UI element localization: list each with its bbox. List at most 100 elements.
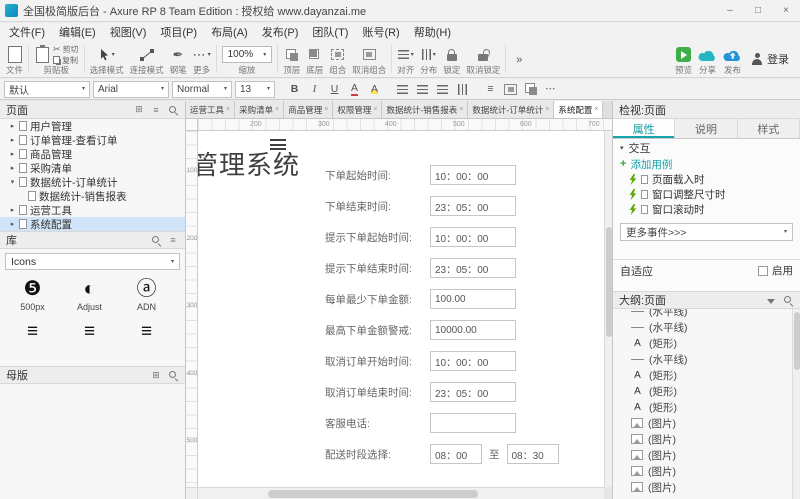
select-mode-button[interactable]: ▾ [99,45,115,65]
outline-item-image[interactable]: (图片) [613,415,792,431]
scrollbar-thumb[interactable] [268,490,478,498]
min-amount-field[interactable]: 100.00 [430,289,516,309]
page-item-sales-report[interactable]: 数据统计-销售报表 [0,189,185,203]
minimize-button[interactable]: – [716,0,744,21]
close-tab-icon[interactable]: × [275,106,279,113]
share-button[interactable] [698,45,717,65]
outline-item-rect[interactable]: A (矩形) [613,335,792,351]
order-end-time-field[interactable]: 23：05：00 [430,196,516,216]
collapse-arrow-icon[interactable]: ▾ [9,178,16,186]
outline-item-image[interactable]: (图片) [613,447,792,463]
add-case-link[interactable]: + 添加用例 [613,156,800,172]
tab-style[interactable]: 样式 [738,119,800,138]
outline-item-hline[interactable]: (水平线) [613,309,792,319]
adaptive-enable-checkbox[interactable] [758,265,768,276]
event-window-resize[interactable]: 窗口调整尺寸时 [613,187,800,202]
interaction-section-header[interactable]: ▾ 交互 [613,139,800,156]
page-item-users[interactable]: ▸ 用户管理 [0,119,185,133]
bullet-list-button[interactable]: ≡ [482,81,499,98]
menu-help[interactable]: 帮助(H) [407,24,458,40]
font-weight-select[interactable]: Normal ▾ [172,80,232,98]
outline-scrollbar[interactable] [792,309,800,499]
menu-file[interactable]: 文件(F) [2,24,52,40]
outline-item-image[interactable]: (图片) [613,431,792,447]
doc-tab-purchase[interactable]: 采购清单 × [235,101,285,118]
style-preset-select[interactable]: 默认 ▾ [4,80,90,98]
cut-button[interactable]: ✂ 剪切 [53,44,79,54]
outline-item-rect[interactable]: A (矩形) [613,383,792,399]
doc-tab-sales-report[interactable]: 数据统计-销售报表 × [382,101,469,118]
doc-tab-permissions[interactable]: 权限管理 × [333,101,383,118]
tab-notes[interactable]: 说明 [675,119,738,138]
expand-arrow-icon[interactable]: ▸ [9,164,16,172]
fill-color-button[interactable] [522,81,539,98]
menu-arrange[interactable]: 布局(A) [204,24,255,40]
close-button[interactable]: × [772,0,800,21]
close-tab-icon[interactable]: × [373,106,377,113]
copy-button[interactable]: 复制 [53,55,79,65]
expand-arrow-icon[interactable]: ▸ [9,122,16,130]
library-item-align-justify[interactable]: ≡ [118,317,175,348]
outline-search-icon[interactable] [782,294,794,306]
send-to-back-button[interactable] [307,45,323,65]
align-left-button[interactable] [394,81,411,98]
unlock-button[interactable] [475,45,491,65]
paste-button[interactable] [34,44,50,65]
close-tab-icon[interactable]: × [459,106,463,113]
event-page-load[interactable]: 页面载入时 [613,172,800,187]
close-tab-icon[interactable]: × [545,106,549,113]
close-tab-icon[interactable]: × [226,106,230,113]
outline-item-image[interactable]: (图片) [613,479,792,495]
canvas-vertical-scrollbar[interactable] [604,131,612,487]
pen-button[interactable]: ✒ [170,45,186,65]
group-button[interactable] [330,45,346,65]
zoom-select[interactable]: 100% ▾ [221,46,273,63]
font-color-button[interactable]: A [346,81,363,98]
bold-button[interactable]: B [286,81,303,98]
font-size-select[interactable]: 13 ▾ [235,80,275,98]
cancel-end-time-field[interactable]: 23：05：00 [430,382,516,402]
italic-button[interactable]: I [306,81,323,98]
doc-tab-goods[interactable]: 商品管理 × [284,101,334,118]
outline-item-hline[interactable]: (水平线) [613,351,792,367]
library-item-align-justify[interactable]: ≡ [4,317,61,348]
distribute-button[interactable]: ▾ [421,45,437,65]
align-right-button[interactable] [434,81,451,98]
library-item-adn[interactable]: ⓐ ADN [118,274,175,317]
border-style-button[interactable] [502,81,519,98]
page-item-order-stats[interactable]: ▾ 数据统计-订单统计 [0,175,185,189]
library-menu-icon[interactable]: ≡ [167,234,179,246]
more-format-button[interactable]: ⋯ [542,81,559,98]
menu-edit[interactable]: 编辑(E) [52,24,103,40]
doc-tab-system-config[interactable]: 系统配置 × [554,101,604,118]
menu-view[interactable]: 视图(V) [103,24,154,40]
design-canvas[interactable]: 管理系统 下单起始时间: 10：00：00 下单结束时间: 23：05：00 提示下… [198,131,604,487]
scrollbar-thumb[interactable] [794,312,800,370]
bring-to-front-button[interactable] [284,45,300,65]
toolbar-overflow-button[interactable]: » [511,50,527,70]
page-item-orders[interactable]: ▸ 订单管理-查看订单 [0,133,185,147]
hamburger-menu-icon[interactable] [270,139,286,153]
library-item-adjust[interactable]: ◐ Adjust [61,274,118,317]
lock-button[interactable] [444,45,460,65]
expand-arrow-icon[interactable]: ▸ [9,220,16,228]
outline-filter-icon[interactable] [765,294,777,306]
delivery-end-field[interactable]: 08：30 [506,444,559,464]
expand-arrow-icon[interactable]: ▸ [9,136,16,144]
delivery-start-field[interactable]: 08：00 [430,444,482,464]
hint-end-time-field[interactable]: 23：05：00 [430,258,516,278]
expand-arrow-icon[interactable]: ▸ [9,206,16,214]
page-item-operation-tools[interactable]: ▸ 运营工具 [0,203,185,217]
more-tools-button[interactable]: ⋯ ▾ [193,45,211,65]
add-master-icon[interactable]: ⊞ [150,369,162,381]
vertical-align-button[interactable] [454,81,471,98]
order-start-time-field[interactable]: 10：00：00 [430,165,516,185]
more-events-select[interactable]: 更多事件>>> ▾ [620,223,793,241]
pages-menu-icon[interactable]: ≡ [150,104,162,116]
doc-tab-operation-tools[interactable]: 运营工具 × [186,101,236,118]
library-category-select[interactable]: Icons ▾ [5,253,180,270]
align-center-button[interactable] [414,81,431,98]
publish-button[interactable] [723,45,742,65]
pages-search-icon[interactable] [167,104,179,116]
outline-item-hline[interactable]: (水平线) [613,319,792,335]
